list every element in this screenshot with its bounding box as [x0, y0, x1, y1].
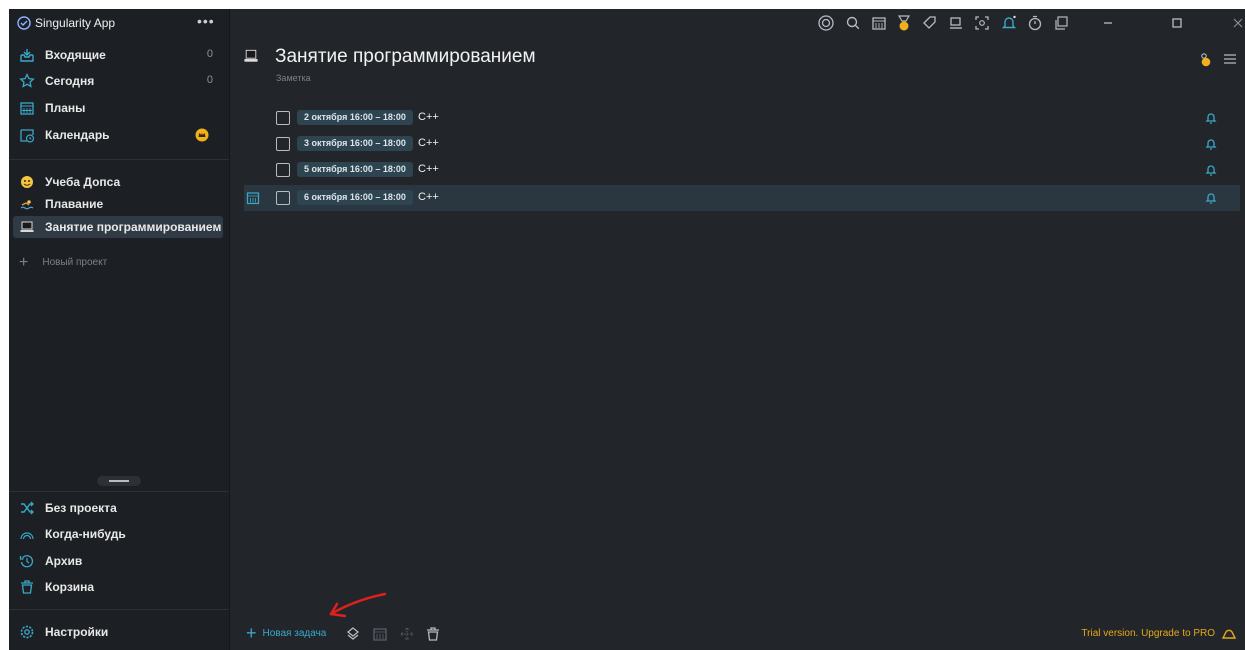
focus-target-icon[interactable]: [817, 14, 835, 32]
rainbow-icon: [20, 532, 34, 540]
calendar-icon[interactable]: [372, 626, 388, 642]
timer-stopwatch-icon[interactable]: [1026, 14, 1044, 32]
calendar-icon[interactable]: [246, 191, 260, 205]
page-subtitle[interactable]: Заметка: [276, 73, 311, 83]
shuffle-icon: [21, 501, 34, 515]
top-toolbar: [229, 9, 1245, 37]
star-icon: [19, 73, 35, 88]
copy-window-icon[interactable]: [1052, 14, 1070, 32]
sidebar-item-someday[interactable]: Когда-нибудь: [13, 523, 223, 545]
inbox-icon: [20, 49, 34, 62]
task-title[interactable]: C++: [418, 191, 439, 203]
plus-icon: +: [246, 623, 257, 643]
calendar-clock-icon: [20, 129, 35, 143]
task-date-badge[interactable]: 6 октября 16:00 – 18:00: [297, 190, 413, 205]
sidebar-item-project-ucheba[interactable]: Учеба Допса: [13, 171, 223, 193]
task-date-badge[interactable]: 2 октября 16:00 – 18:00: [297, 110, 413, 125]
task-checkbox[interactable]: [276, 137, 290, 151]
task-row[interactable]: 3 октября 16:00 – 18:00 C++: [244, 133, 1240, 155]
sidebar-item-project-programming[interactable]: Занятие программированием: [13, 216, 223, 238]
plus-icon: +: [19, 253, 29, 271]
sidebar-item-project-plavanie[interactable]: Плавание: [13, 193, 223, 215]
calendar-icon[interactable]: [870, 14, 888, 32]
sidebar-item-today[interactable]: Сегодня 0: [13, 70, 223, 92]
pro-crown-icon: [195, 128, 209, 142]
maximize-window-icon[interactable]: [1168, 14, 1186, 32]
achievement-medal-icon[interactable]: [895, 14, 913, 32]
app-logo-icon: [17, 16, 31, 30]
page-title: Занятие программированием: [275, 46, 536, 67]
sidebar-item-calendar[interactable]: Календарь: [13, 124, 223, 146]
laptop-icon: [20, 221, 34, 232]
sidebar-header: Singularity App •••: [9, 9, 229, 37]
reminder-bell-icon[interactable]: [1204, 111, 1218, 125]
calendar-grid-icon: [20, 102, 34, 115]
app-window: Singularity App ••• Входящие 0 Сегодня 0…: [9, 9, 1245, 650]
move-arrows-icon[interactable]: [399, 626, 415, 642]
search-icon[interactable]: [844, 14, 862, 32]
notifications-bell-icon[interactable]: [1000, 14, 1018, 32]
sidebar: Singularity App ••• Входящие 0 Сегодня 0…: [9, 9, 230, 650]
emoji-face-icon: [21, 176, 33, 188]
habit-cup-icon[interactable]: [947, 14, 965, 32]
sidebar-divider: [9, 159, 229, 160]
inbox-count: 0: [206, 48, 213, 60]
trash-icon[interactable]: [425, 626, 441, 642]
task-row[interactable]: 5 октября 16:00 – 18:00 C++: [244, 159, 1240, 181]
app-title: Singularity App: [35, 16, 116, 30]
history-icon: [19, 555, 34, 568]
reminder-bell-icon[interactable]: [1204, 137, 1218, 151]
swimmer-icon: [20, 200, 34, 210]
upgrade-pro-link[interactable]: Trial version. Upgrade to PRO: [1081, 628, 1215, 639]
menu-lines-icon[interactable]: [1222, 51, 1238, 67]
new-project-button[interactable]: + Новый проект: [19, 253, 107, 271]
reminder-bell-icon[interactable]: [1204, 191, 1218, 205]
task-row[interactable]: 2 октября 16:00 – 18:00 C++: [244, 107, 1240, 129]
task-checkbox[interactable]: [276, 163, 290, 177]
task-title[interactable]: C++: [418, 137, 439, 149]
sidebar-item-trash[interactable]: Корзина: [13, 576, 223, 598]
sidebar-item-plans[interactable]: Планы: [13, 97, 223, 119]
scan-icon[interactable]: [973, 14, 991, 32]
today-count: 0: [206, 74, 213, 86]
layers-icon[interactable]: [345, 626, 361, 642]
sidebar-item-inbox[interactable]: Входящие 0: [13, 44, 223, 66]
trash-icon: [21, 580, 33, 594]
sidebar-resize-handle[interactable]: [97, 476, 141, 486]
close-window-icon[interactable]: [1229, 14, 1245, 32]
minimize-window-icon[interactable]: [1099, 14, 1117, 32]
sidebar-item-settings[interactable]: Настройки: [13, 621, 223, 643]
gear-icon: [20, 625, 34, 639]
more-menu-button[interactable]: •••: [197, 13, 215, 29]
sidebar-divider: [9, 609, 229, 610]
task-checkbox[interactable]: [276, 111, 290, 125]
task-title[interactable]: C++: [418, 163, 439, 175]
sidebar-divider: [9, 491, 229, 492]
laptop-icon: [244, 49, 258, 62]
annotation-arrow-icon: [329, 592, 387, 618]
main-content: Занятие программированием Заметка 2 октя…: [230, 37, 1245, 650]
task-checkbox[interactable]: [276, 191, 290, 205]
task-date-badge[interactable]: 5 октября 16:00 – 18:00: [297, 162, 413, 177]
task-title[interactable]: C++: [418, 111, 439, 123]
reminder-bell-icon[interactable]: [1204, 163, 1218, 177]
tag-icon[interactable]: [921, 14, 939, 32]
sidebar-item-archive[interactable]: Архив: [13, 550, 223, 572]
new-task-button[interactable]: + Новая задача: [246, 623, 326, 643]
cloud-sync-icon[interactable]: [1221, 626, 1237, 640]
pro-members-icon[interactable]: [1198, 51, 1214, 67]
task-row-selected[interactable]: 6 октября 16:00 – 18:00 C++: [244, 185, 1240, 211]
sidebar-item-no-project[interactable]: Без проекта: [13, 497, 223, 519]
task-date-badge[interactable]: 3 октября 16:00 – 18:00: [297, 136, 413, 151]
